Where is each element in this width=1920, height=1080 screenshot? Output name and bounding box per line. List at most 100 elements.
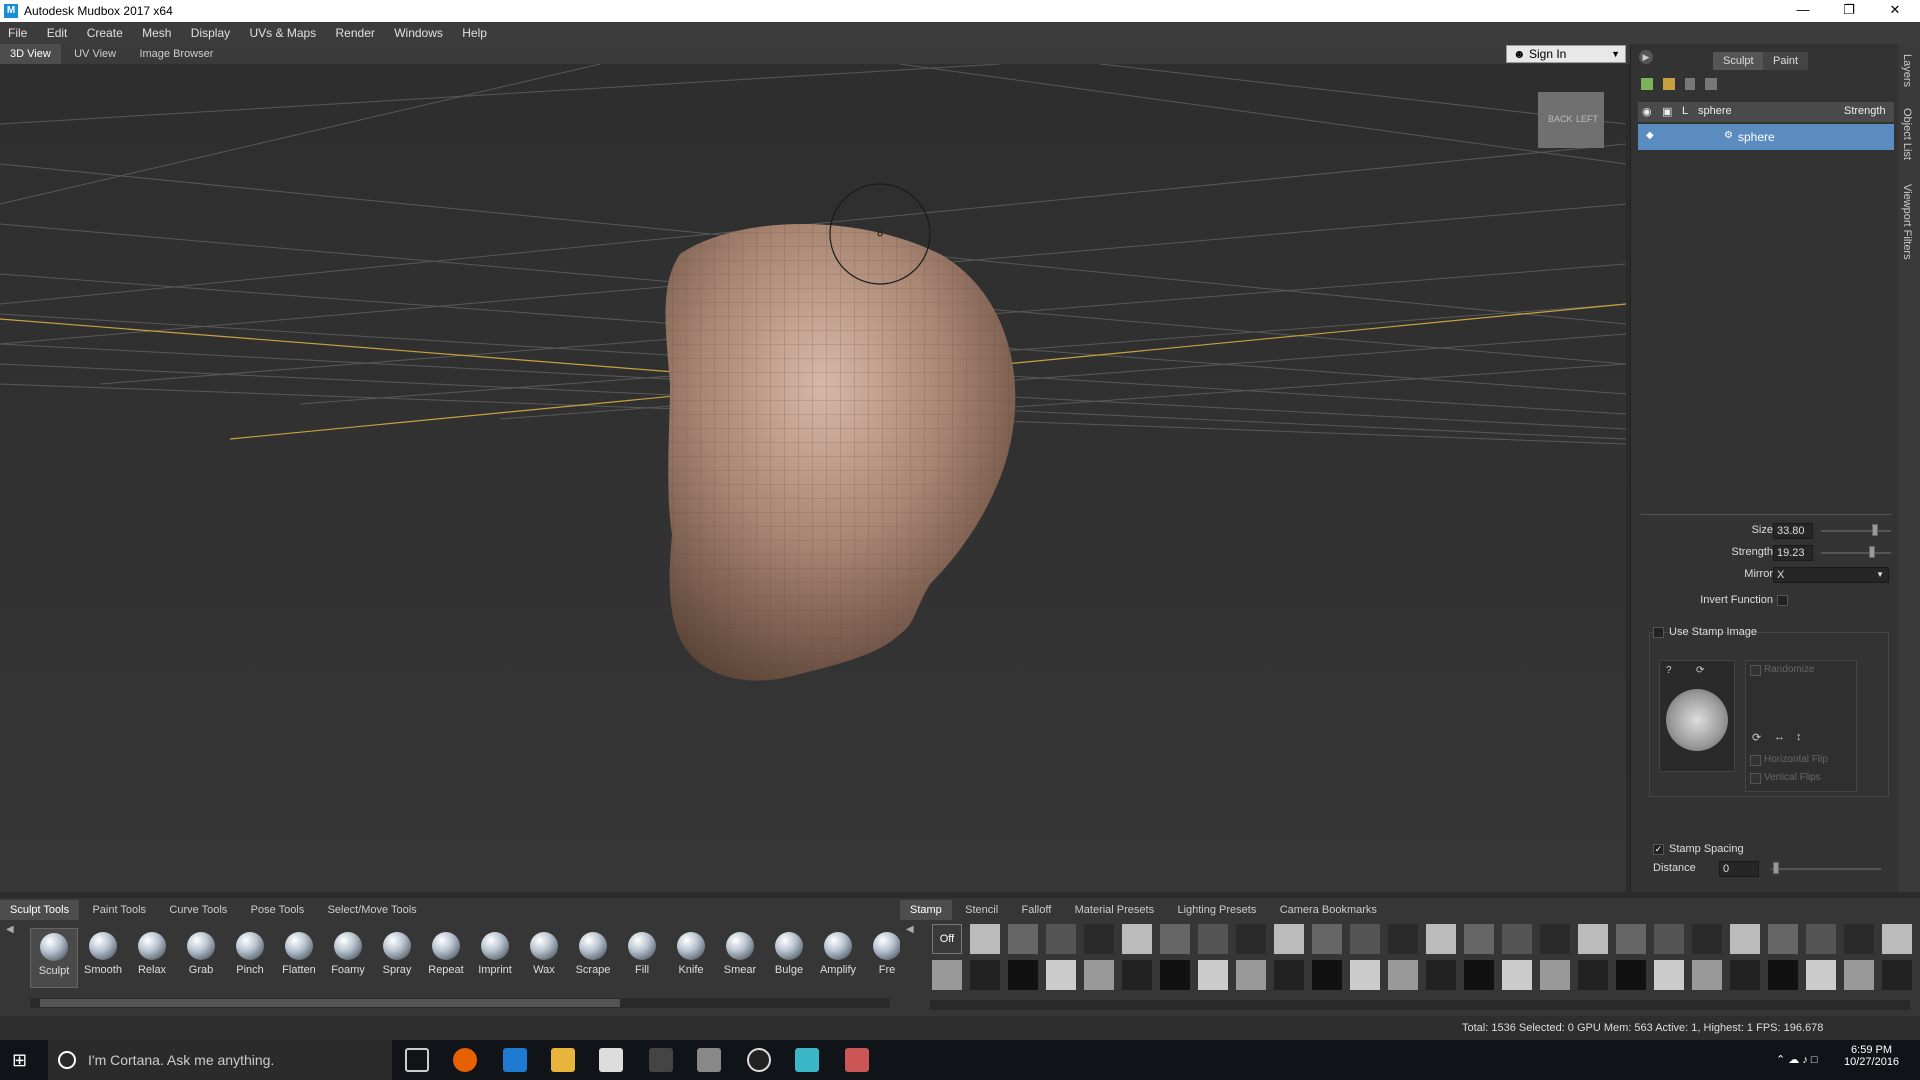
firefox-icon[interactable]	[453, 1048, 477, 1072]
tab-select-move-tools[interactable]: Select/Move Tools	[318, 900, 427, 920]
merge-layer-icon[interactable]	[1705, 78, 1717, 90]
task-view-icon[interactable]	[405, 1048, 429, 1072]
stamp-thumbnail[interactable]	[1388, 924, 1418, 954]
tab-falloff[interactable]: Falloff	[1012, 900, 1062, 920]
scroll-left-icon[interactable]: ◀	[906, 924, 914, 935]
stamp-thumbnail[interactable]	[1666, 689, 1728, 751]
tool-grab[interactable]: Grab	[177, 928, 225, 988]
stamp-thumbnail[interactable]	[1692, 960, 1722, 990]
stamp-thumbnail[interactable]	[1046, 960, 1076, 990]
stamp-thumbnail[interactable]	[970, 960, 1000, 990]
calculator-icon[interactable]	[697, 1048, 721, 1072]
menu-edit[interactable]: Edit	[39, 22, 76, 44]
strength-slider-knob[interactable]	[1869, 546, 1875, 558]
horizontal-flip-checkbox[interactable]	[1750, 755, 1761, 766]
tool-scrape[interactable]: Scrape	[569, 928, 617, 988]
tool-wax[interactable]: Wax	[520, 928, 568, 988]
stamp-thumbnail[interactable]	[932, 960, 962, 990]
tab-stencil[interactable]: Stencil	[955, 900, 1008, 920]
stamp-thumbnail[interactable]	[1198, 960, 1228, 990]
tool-spray[interactable]: Spray	[373, 928, 421, 988]
tool-repeat[interactable]: Repeat	[422, 928, 470, 988]
stamp-thumbnail[interactable]	[1350, 960, 1380, 990]
clock[interactable]: 6:59 PM 10/27/2016	[1844, 1044, 1899, 1068]
stamp-thumbnail[interactable]	[1464, 924, 1494, 954]
tool-knife[interactable]: Knife	[667, 928, 715, 988]
menu-help[interactable]: Help	[454, 22, 495, 44]
size-slider-knob[interactable]	[1872, 524, 1878, 536]
tool-smooth[interactable]: Smooth	[79, 928, 127, 988]
collapse-icon[interactable]: ▶	[1639, 50, 1653, 64]
tab-camera-bookmarks[interactable]: Camera Bookmarks	[1270, 900, 1387, 920]
stamp-thumbnail[interactable]	[1654, 924, 1684, 954]
tab-pose-tools[interactable]: Pose Tools	[241, 900, 315, 920]
close-icon[interactable]: ✕	[1872, 0, 1918, 22]
stamp-thumbnail[interactable]	[1616, 960, 1646, 990]
stamp-thumbnail[interactable]	[1008, 924, 1038, 954]
tab-stamp[interactable]: Stamp	[900, 900, 952, 920]
stamp-thumbnail[interactable]	[1616, 924, 1646, 954]
tool-sculpt[interactable]: Sculpt	[30, 928, 78, 988]
mudbox-taskbar-icon[interactable]	[795, 1048, 819, 1072]
stamp-thumbnail[interactable]	[1122, 960, 1152, 990]
rotate-icon[interactable]: ⟳	[1696, 665, 1704, 676]
flip-horizontal-icon[interactable]: ↔	[1774, 731, 1785, 743]
tool-bulge[interactable]: Bulge	[765, 928, 813, 988]
stamp-thumbnail[interactable]	[1882, 924, 1912, 954]
distance-slider-knob[interactable]	[1773, 862, 1779, 874]
randomize-checkbox[interactable]	[1750, 665, 1761, 676]
sculpt-mode-button[interactable]: Sculpt	[1713, 52, 1764, 70]
tool-amplify[interactable]: Amplify	[814, 928, 862, 988]
tab-uv-view[interactable]: UV View	[64, 44, 126, 64]
stamp-thumbnail[interactable]	[1160, 924, 1190, 954]
tab-3d-view[interactable]: 3D View	[0, 44, 61, 64]
tool-flatten[interactable]: Flatten	[275, 928, 323, 988]
menu-mesh[interactable]: Mesh	[134, 22, 179, 44]
vertical-flip-checkbox[interactable]	[1750, 773, 1761, 784]
help-icon[interactable]: ?	[1666, 665, 1672, 676]
tab-paint-tools[interactable]: Paint Tools	[82, 900, 156, 920]
side-tab-layers[interactable]: Layers	[1901, 54, 1913, 87]
cortana-search[interactable]: I'm Cortana. Ask me anything.	[48, 1040, 392, 1080]
layer-row[interactable]: ◆ ⚙ sphere	[1638, 124, 1894, 150]
stamp-thumbnail[interactable]	[1160, 960, 1190, 990]
tray-icons[interactable]: ⌃ ☁ ♪ □	[1776, 1053, 1818, 1066]
sculpt-mesh[interactable]	[665, 224, 1016, 681]
use-stamp-checkbox[interactable]	[1653, 627, 1664, 638]
stamp-thumbnail[interactable]	[1274, 924, 1304, 954]
tool-scrollbar-thumb[interactable]	[40, 999, 620, 1007]
flip-vertical-icon[interactable]: ↕	[1796, 731, 1802, 743]
minimize-icon[interactable]: —	[1780, 0, 1826, 22]
steam-icon[interactable]	[747, 1048, 771, 1072]
file-explorer-icon[interactable]	[551, 1048, 575, 1072]
menu-create[interactable]: Create	[79, 22, 131, 44]
windows-start-icon[interactable]: ⊞	[12, 1050, 27, 1071]
stamp-thumbnail[interactable]	[1730, 960, 1760, 990]
delete-layer-icon[interactable]	[1685, 78, 1695, 90]
panel-divider[interactable]	[1641, 514, 1891, 515]
viewcube[interactable]: BACK LEFT	[1538, 92, 1604, 148]
epic-launcher-icon[interactable]	[649, 1048, 673, 1072]
refresh-icon[interactable]: ⟳	[1752, 731, 1761, 744]
menu-display[interactable]: Display	[183, 22, 238, 44]
stamp-thumbnail[interactable]	[1578, 960, 1608, 990]
size-field[interactable]: 33.80	[1773, 523, 1813, 539]
mirror-select[interactable]: X ▼	[1773, 567, 1889, 583]
scroll-left-icon[interactable]: ◀	[6, 924, 14, 935]
tool-imprint[interactable]: Imprint	[471, 928, 519, 988]
strength-field[interactable]: 19.23	[1773, 545, 1813, 561]
stamp-thumbnail[interactable]	[1730, 924, 1760, 954]
tool-scrollbar[interactable]	[30, 998, 890, 1008]
3d-viewport[interactable]: BACK LEFT	[0, 64, 1626, 892]
stamp-thumbnail[interactable]	[1540, 924, 1570, 954]
stamp-thumbnail[interactable]	[1806, 960, 1836, 990]
paint-mode-button[interactable]: Paint	[1763, 52, 1809, 70]
stamp-off-button[interactable]: Off	[932, 924, 962, 954]
distance-field[interactable]: 0	[1719, 861, 1759, 877]
store-icon[interactable]	[599, 1048, 623, 1072]
tool-fill[interactable]: Fill	[618, 928, 666, 988]
stamp-thumbnail[interactable]	[1008, 960, 1038, 990]
stamp-thumbnail[interactable]	[1198, 924, 1228, 954]
sign-in-dropdown[interactable]: ☻ Sign In ▼	[1506, 45, 1626, 63]
side-tab-object-list[interactable]: Object List	[1901, 108, 1913, 160]
